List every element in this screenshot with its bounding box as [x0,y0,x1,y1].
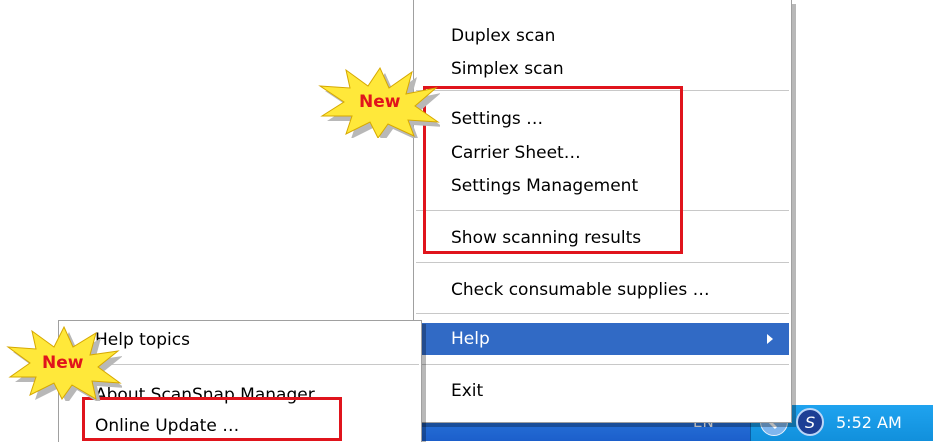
new-badge-main-label: New [359,92,401,112]
clock[interactable]: 5:52 AM [836,413,902,432]
menu-item-check-consumable-supplies[interactable]: Check consumable supplies … [414,274,791,306]
menu-separator [416,364,789,365]
menu-item-exit[interactable]: Exit [414,375,791,407]
scansnap-tray-icon[interactable]: S [796,408,824,436]
menu-separator [416,313,789,314]
menu-item-simplex-scan[interactable]: Simplex scan [414,53,791,85]
menu-separator [416,90,789,91]
new-badge-help: New [6,325,125,404]
menu-item-show-scanning-results[interactable]: Show scanning results [414,222,791,254]
menu-item-settings[interactable]: Settings … [414,103,791,135]
menu-item-help[interactable]: Help [416,323,789,355]
menu-item-settings-management[interactable]: Settings Management [414,170,791,202]
svg-text:S: S [805,413,815,432]
submenu-item-online-update[interactable]: Online Update … [59,410,421,442]
scansnap-icon: S [805,413,815,432]
new-badge-main: New [316,66,443,143]
menu-item-duplex-scan[interactable]: Duplex scan [414,20,791,52]
menu-item-help-label: Help [451,329,490,349]
menu-separator [416,262,789,263]
menu-separator [416,210,789,211]
scansnap-context-menu: Duplex scan Simplex scan Settings … Carr… [413,0,792,423]
submenu-arrow-icon [767,334,773,344]
menu-item-carrier-sheet[interactable]: Carrier Sheet… [414,137,791,169]
new-badge-help-label: New [42,353,84,373]
